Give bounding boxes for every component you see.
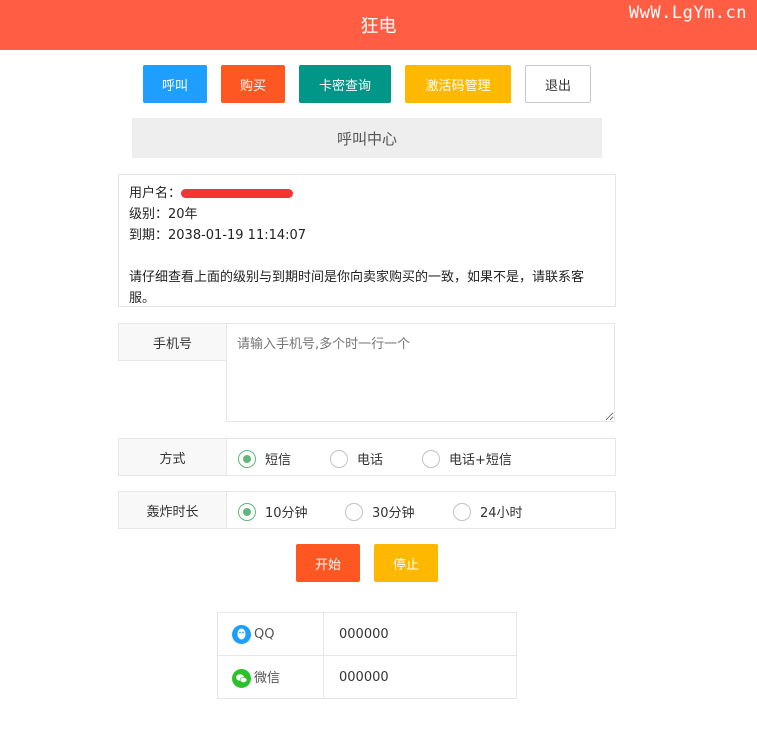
redacted-username	[181, 189, 294, 198]
phone-label: 手机号	[118, 323, 227, 361]
duration-radio-group: 10分钟 30分钟 24小时	[226, 491, 616, 529]
stop-button[interactable]: 停止	[374, 544, 438, 582]
duration-option-10min[interactable]: 10分钟	[238, 502, 308, 521]
phone-input[interactable]	[226, 323, 615, 422]
section-title: 呼叫中心	[132, 118, 602, 158]
duration-option-label: 10分钟	[265, 506, 308, 521]
qq-icon	[232, 624, 251, 644]
radio-checked-icon	[238, 502, 256, 521]
duration-option-30min[interactable]: 30分钟	[345, 502, 415, 521]
duration-label: 轰炸时长	[118, 491, 227, 529]
mode-option-call-sms[interactable]: 电话+短信	[422, 449, 512, 468]
account-info: 用户名： 级别：20年 到期：2038-01-19 11:14:07 请仔细查看…	[118, 174, 616, 307]
contact-table: QQ 000000 微信 000000	[217, 612, 517, 699]
call-button[interactable]: 呼叫	[143, 65, 207, 103]
contact-value: 000000	[323, 655, 517, 699]
mode-label: 方式	[118, 438, 227, 476]
contact-row-wechat: 微信 000000	[217, 655, 517, 699]
activation-code-button[interactable]: 激活码管理	[405, 65, 511, 103]
duration-option-label: 30分钟	[372, 506, 415, 521]
mode-radio-group: 短信 电话 电话+短信	[226, 438, 616, 476]
wechat-icon	[232, 668, 251, 688]
contact-value: 000000	[323, 612, 517, 656]
buy-button[interactable]: 购买	[221, 65, 285, 103]
watermark: WwW.LgYm.cn	[628, 3, 747, 23]
mode-option-label: 电话+短信	[449, 453, 512, 468]
expiry-line: 到期：2038-01-19 11:14:07	[129, 228, 307, 243]
card-query-button[interactable]: 卡密查询	[299, 65, 391, 103]
radio-unchecked-icon	[422, 449, 440, 468]
duration-option-label: 24小时	[480, 506, 523, 521]
app-title: 狂电	[360, 16, 397, 37]
radio-unchecked-icon	[330, 449, 348, 468]
mode-option-label: 短信	[265, 453, 292, 468]
contact-label-cell: 微信	[217, 655, 324, 699]
username-line: 用户名：	[129, 183, 605, 204]
contact-row-qq: QQ 000000	[217, 612, 517, 656]
radio-unchecked-icon	[453, 502, 471, 521]
radio-unchecked-icon	[345, 502, 363, 521]
duration-option-24h[interactable]: 24小时	[453, 502, 523, 521]
contact-label-cell: QQ	[217, 612, 324, 656]
mode-option-label: 电话	[357, 453, 384, 468]
contact-label: QQ	[254, 626, 275, 642]
notice-text: 请仔细查看上面的级别与到期时间是你向卖家购买的一致，如果不是，请联系客服。	[129, 270, 585, 306]
contact-label: 微信	[254, 670, 281, 686]
username-label: 用户名：	[129, 186, 182, 201]
level-line: 级别：20年	[129, 207, 198, 222]
mode-option-sms[interactable]: 短信	[238, 449, 291, 468]
radio-checked-icon	[238, 449, 256, 468]
start-button[interactable]: 开始	[296, 544, 360, 582]
logout-button[interactable]: 退出	[525, 65, 591, 103]
mode-option-call[interactable]: 电话	[330, 449, 383, 468]
